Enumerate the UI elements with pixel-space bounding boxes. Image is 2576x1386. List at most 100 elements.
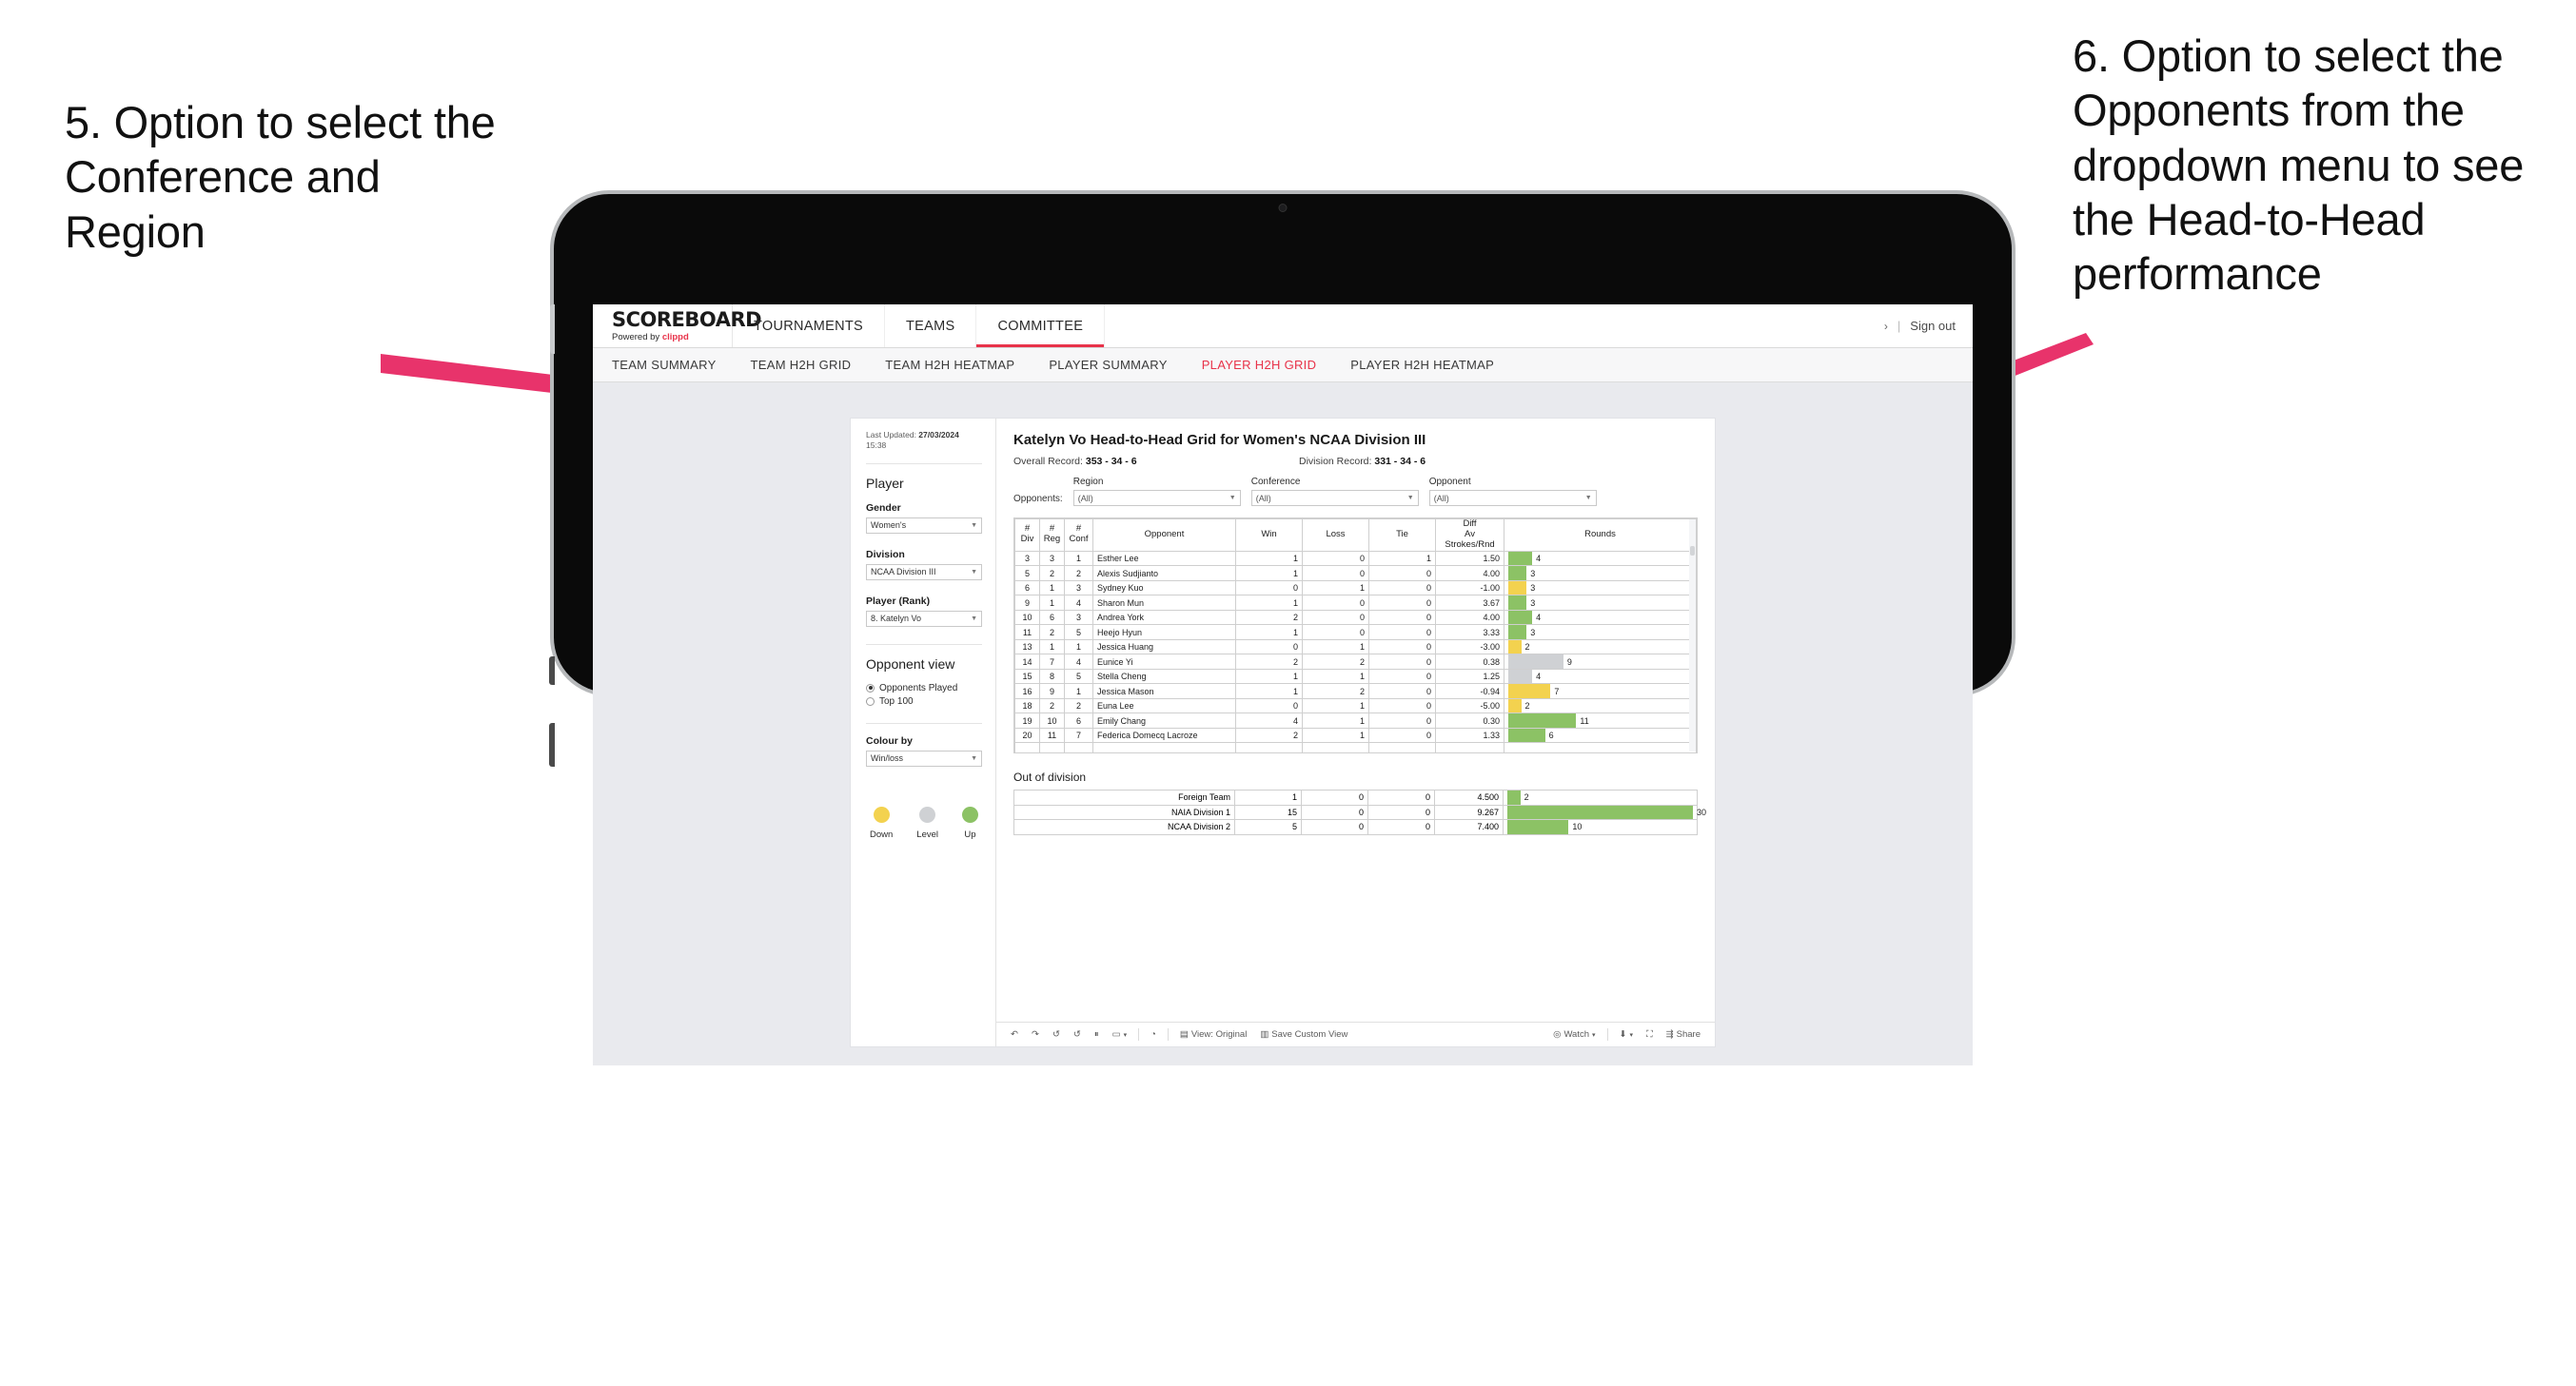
toolbar-divider — [1606, 1028, 1608, 1041]
opponent-label: Opponent — [1428, 477, 1471, 487]
pause-icon[interactable]: ⏸ — [1088, 1029, 1106, 1040]
topnav-tournaments[interactable]: TOURNAMENTS — [733, 304, 886, 347]
empty-cell — [1092, 742, 1236, 752]
column-header[interactable]: # Div — [1014, 518, 1040, 552]
player-rank-select[interactable]: 8. Katelyn Vo ▼ — [866, 610, 982, 627]
column-header[interactable]: Rounds — [1504, 518, 1697, 552]
column-header[interactable]: Diff Av Strokes/Rnd — [1435, 518, 1504, 552]
ood-row[interactable]: Foreign Team 1 0 0 4.500 2 — [1013, 790, 1698, 806]
subnav-team-h2h-heatmap[interactable]: TEAM H2H HEATMAP — [885, 358, 1035, 372]
table-row[interactable]: 3 3 1 Esther Lee 1 0 1 1.50 4 — [1014, 550, 1697, 567]
scrollbar-thumb[interactable] — [1690, 546, 1695, 556]
reg-rank: 7 — [1039, 654, 1065, 670]
topnav-committee[interactable]: COMMITTEE — [976, 304, 1106, 347]
ood-row[interactable]: NAIA Division 1 15 0 0 9.267 30 — [1013, 804, 1706, 820]
sign-out-link[interactable]: Sign out — [1910, 319, 1956, 333]
h2h-table-container[interactable]: # Div # Reg # Conf Opponent Win Loss Tie Diff Av St… — [1013, 517, 1698, 753]
brand-logo[interactable]: SCOREBOARD Powered by clippd — [593, 304, 762, 347]
table-scrollbar[interactable] — [1689, 519, 1696, 752]
div-rank: 9 — [1014, 595, 1040, 611]
loss-value: 0 — [1302, 624, 1369, 640]
gender-select[interactable]: Women's ▼ — [866, 517, 982, 534]
refresh-icon[interactable]: ↺ — [1067, 1029, 1088, 1040]
table-row[interactable]: 18 2 2 Euna Lee 0 1 0 -5.00 2 — [1014, 697, 1697, 714]
tie-value: 0 — [1368, 624, 1436, 640]
empty-cell — [1235, 742, 1303, 752]
diff-value: 0.38 — [1435, 654, 1504, 670]
region-select[interactable]: (All) ▼ — [1072, 490, 1241, 506]
subnav-team-summary[interactable]: TEAM SUMMARY — [612, 358, 737, 372]
main-panel: Katelyn Vo Head-to-Head Grid for Women's… — [996, 419, 1715, 1046]
column-header[interactable]: # Reg — [1039, 518, 1065, 552]
subnav-player-h2h-grid[interactable]: PLAYER H2H GRID — [1202, 358, 1338, 372]
chevron-right-icon[interactable]: › — [1884, 320, 1888, 333]
column-header[interactable]: Tie — [1368, 518, 1436, 552]
legend-dot-level — [919, 806, 936, 823]
conf-rank: 3 — [1064, 579, 1093, 596]
column-header[interactable]: Win — [1235, 518, 1303, 552]
subnav-team-h2h-grid[interactable]: TEAM H2H GRID — [751, 358, 873, 372]
share-button[interactable]: ⇶ Share — [1660, 1029, 1707, 1040]
view-original-button[interactable]: ▤ View: Original — [1173, 1029, 1253, 1040]
table-row[interactable]: 16 9 1 Jessica Mason 1 2 0 -0.94 7 — [1014, 683, 1697, 699]
ood-row[interactable]: NCAA Division 2 5 0 0 7.400 10 — [1013, 819, 1698, 835]
division-select[interactable]: NCAA Division III ▼ — [866, 563, 982, 580]
revert-icon: ↺ — [1052, 1029, 1060, 1040]
table-row[interactable]: 19 10 6 Emily Chang 4 1 0 0.30 11 — [1014, 713, 1697, 729]
table-row[interactable]: 5 2 2 Alexis Sudjianto 1 0 0 4.00 3 — [1014, 565, 1697, 581]
rounds-value: 3 — [1530, 568, 1536, 578]
table-row[interactable]: 10 6 3 Andrea York 2 0 0 4.00 4 — [1014, 609, 1697, 626]
filter-sidebar: Last Updated: 27/03/2024 15:38 Player Ge… — [851, 419, 996, 1046]
table-row[interactable]: 9 1 4 Sharon Mun 1 0 0 3.67 3 — [1014, 595, 1697, 611]
ood-name: Foreign Team — [1013, 790, 1235, 806]
records-row: Overall Record: 353 - 34 - 6 Division Re… — [1013, 456, 1698, 467]
conference-select[interactable]: (All) ▼ — [1250, 490, 1419, 506]
revert-icon[interactable]: ↺ — [1046, 1029, 1067, 1040]
conf-rank: 1 — [1064, 638, 1093, 655]
save-custom-view-button[interactable]: ▥ Save Custom View — [1253, 1029, 1354, 1040]
tie-value: 0 — [1368, 713, 1436, 729]
table-row[interactable]: 6 1 3 Sydney Kuo 0 1 0 -1.00 3 — [1014, 579, 1697, 596]
radio-opponents-played[interactable]: Opponents Played — [866, 683, 982, 693]
volume-up-button[interactable] — [549, 656, 555, 685]
column-header[interactable]: Opponent — [1092, 518, 1236, 552]
column-header[interactable]: # Conf — [1064, 518, 1093, 552]
colour-by-select[interactable]: Win/loss ▼ — [866, 750, 982, 767]
opponent-name: Esther Lee — [1092, 550, 1236, 567]
download-button[interactable]: ⬇ ▾ — [1613, 1029, 1640, 1040]
loss-value: 1 — [1302, 579, 1369, 596]
rounds-bar-cell: 6 — [1504, 727, 1697, 744]
conference-filter: Conference (All) ▼ — [1250, 477, 1419, 506]
column-header[interactable]: Loss — [1302, 518, 1369, 552]
table-row[interactable]: 15 8 5 Stella Cheng 1 1 0 1.25 4 — [1014, 668, 1697, 685]
div-rank: 16 — [1014, 683, 1040, 699]
table-row[interactable]: 11 2 5 Heejo Hyun 1 0 0 3.33 3 — [1014, 624, 1697, 640]
topnav-teams[interactable]: TEAMS — [885, 304, 977, 347]
legend-dot-down — [873, 806, 890, 823]
toolbar-label: Watch — [1563, 1029, 1590, 1040]
undo-icon[interactable]: ↶ — [1004, 1029, 1025, 1040]
table-row[interactable]: 13 1 1 Jessica Huang 0 1 0 -3.00 2 — [1014, 638, 1697, 655]
fullscreen-button[interactable]: ⛶ — [1640, 1029, 1660, 1040]
volume-down-button[interactable] — [549, 723, 555, 767]
last-updated-text: Last Updated: 27/03/2024 15:38 — [866, 430, 982, 461]
player-rank-value: 8. Katelyn Vo — [871, 614, 922, 624]
rounds-bar — [1508, 595, 1527, 610]
subnav-player-summary[interactable]: PLAYER SUMMARY — [1049, 358, 1188, 372]
radio-top-100[interactable]: Top 100 — [866, 696, 982, 707]
div-rank: 6 — [1014, 579, 1040, 596]
table-row[interactable]: 14 7 4 Eunice Yi 2 2 0 0.38 9 — [1014, 654, 1697, 670]
power-button[interactable] — [550, 304, 555, 354]
loss-value: 1 — [1302, 668, 1369, 685]
rounds-bar-cell: 4 — [1504, 550, 1697, 567]
clock-icon[interactable]: ◔ — [1144, 1029, 1163, 1040]
subnav-player-h2h-heatmap[interactable]: PLAYER H2H HEATMAP — [1350, 358, 1515, 372]
table-row[interactable]: 20 11 7 Federica Domecq Lacroze 2 1 0 1.33 6 — [1014, 727, 1697, 744]
opponent-select[interactable]: (All) ▼ — [1428, 490, 1597, 506]
reg-rank: 11 — [1039, 727, 1065, 744]
loop-icon[interactable]: ▭ ▾ — [1106, 1029, 1134, 1040]
reg-rank: 1 — [1039, 595, 1065, 611]
chevron-down-icon: ▾ — [1123, 1031, 1128, 1039]
watch-button[interactable]: ◎ Watch ▾ — [1546, 1029, 1602, 1040]
redo-icon[interactable]: ↷ — [1025, 1029, 1046, 1040]
